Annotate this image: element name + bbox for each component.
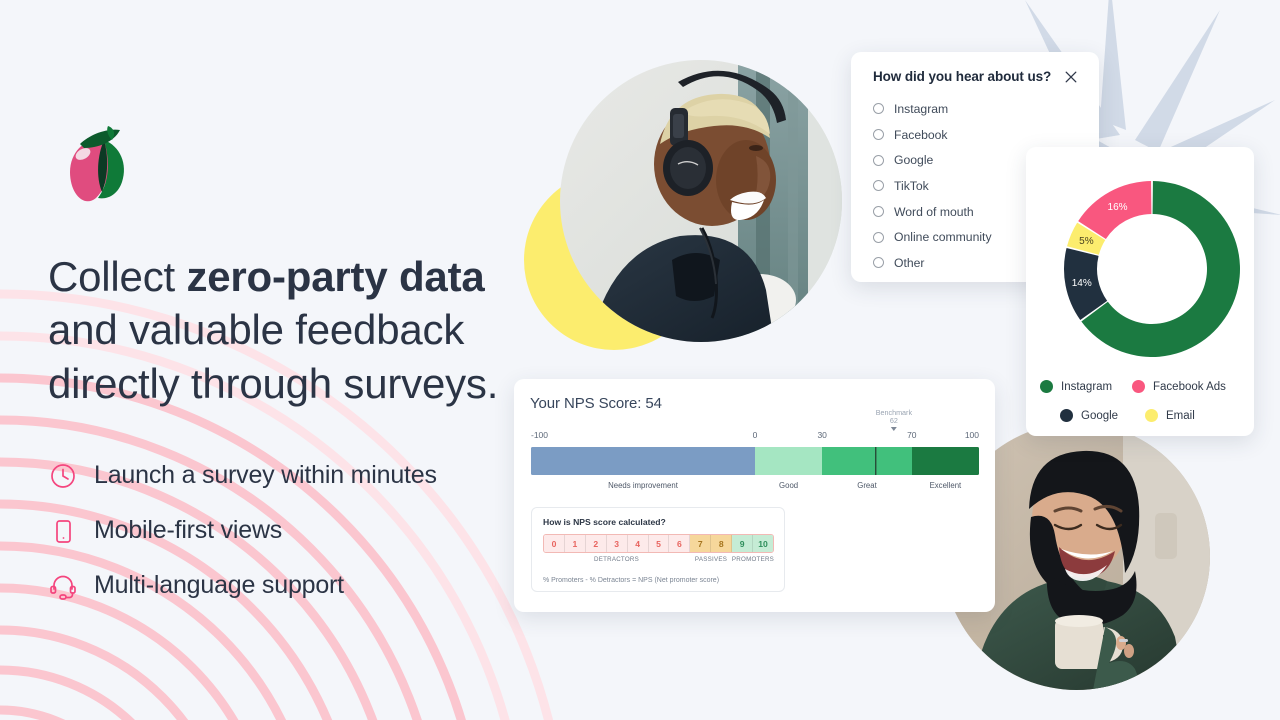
nps-benchmark-marker: Benchmark 62 <box>876 408 912 431</box>
nps-bar <box>531 447 979 475</box>
feature-label: Launch a survey within minutes <box>94 461 437 489</box>
survey-option-instagram[interactable]: Instagram <box>873 96 1079 122</box>
feature-item-mobile-views: Mobile-first views <box>48 503 508 558</box>
mobile-icon <box>48 516 78 546</box>
radio-icon[interactable] <box>873 154 884 166</box>
legend-label: Google <box>1081 409 1119 422</box>
nps-score-cell: 6 <box>669 535 691 552</box>
nps-tick-label: 0 <box>752 430 758 440</box>
radio-icon[interactable] <box>873 231 884 243</box>
survey-option-label: Other <box>894 255 925 270</box>
nps-zone-label: Needs improvement <box>608 481 678 490</box>
nps-score-cell: 10 <box>753 535 773 552</box>
nps-score-cell: 4 <box>627 535 649 552</box>
nps-zone-label: Good <box>779 481 799 490</box>
nps-group-label: PASSIVES <box>694 556 728 563</box>
legend-label: Facebook Ads <box>1153 380 1226 393</box>
nps-calculation-card: How is NPS score calculated? 01234567891… <box>531 507 785 592</box>
legend-label: Email <box>1166 409 1195 422</box>
donut-slice-label: 14% <box>1072 278 1092 289</box>
nps-score-cell: 7 <box>690 535 712 552</box>
benchmark-value: 62 <box>889 416 898 425</box>
legend-color-swatch <box>1060 409 1073 422</box>
survey-option-label: TikTok <box>894 178 929 193</box>
survey-option-facebook[interactable]: Facebook <box>873 122 1079 148</box>
nps-zone-label: Great <box>857 481 877 490</box>
radio-icon[interactable] <box>873 129 884 141</box>
nps-score-cell: 3 <box>606 535 628 552</box>
radio-icon[interactable] <box>873 180 884 192</box>
legend-item-instagram: Instagram <box>1040 380 1132 393</box>
clock-icon <box>48 461 78 491</box>
headline-bold: zero-party data <box>186 253 485 300</box>
nps-calculation-title: How is NPS score calculated? <box>543 517 666 527</box>
nps-score-cell: 0 <box>544 535 565 552</box>
legend-item-google: Google <box>1060 409 1145 422</box>
feature-label: Multi-language support <box>94 571 344 599</box>
nps-score-cell: 8 <box>711 535 733 552</box>
nps-bar-segment <box>911 447 979 475</box>
benchmark-line <box>875 447 877 475</box>
survey-option-label: Instagram <box>894 101 949 116</box>
radio-icon[interactable] <box>873 257 884 269</box>
close-icon[interactable] <box>1063 69 1079 85</box>
marketing-hero-page: Collect zero-party data and valuable fee… <box>0 0 1280 720</box>
nps-score-card: Your NPS Score: 54 -100 0 30 70 100 Needs im… <box>514 379 995 612</box>
nps-scale: -100 0 30 70 100 Needs improvement Good Great E… <box>531 408 979 492</box>
page-headline: Collect zero-party data and valuable fee… <box>48 250 518 410</box>
donut-slice-label: 16% <box>1108 202 1128 213</box>
benchmark-arrow-icon <box>890 426 897 431</box>
radio-icon[interactable] <box>873 103 884 115</box>
nps-score-cell: 2 <box>585 535 607 552</box>
survey-option-label: Word of mouth <box>894 204 974 219</box>
donut-legend: Instagram Facebook Ads Google Email <box>1040 372 1250 430</box>
survey-option-label: Google <box>894 153 934 168</box>
donut-slice-label: 5% <box>1079 236 1094 247</box>
survey-option-label: Online community <box>894 230 992 245</box>
headline-part-1: Collect <box>48 253 187 300</box>
feature-label: Mobile-first views <box>94 516 283 544</box>
nps-tick-label: 30 <box>817 430 827 440</box>
nps-group-label: DETRACTORS <box>593 556 640 563</box>
nps-zone-label: Excellent <box>929 481 962 490</box>
legend-label: Instagram <box>1061 380 1113 393</box>
nps-bar-segment <box>755 447 823 475</box>
traffic-sources-card: 14% 5% 16% Instagram Facebook Ads Google <box>1026 147 1254 436</box>
nps-score-cell: 1 <box>564 535 586 552</box>
legend-color-swatch <box>1132 380 1145 393</box>
nps-tick-label: 100 <box>964 430 979 440</box>
nps-score-cell: 9 <box>732 535 754 552</box>
nps-group-label: PROMOTERS <box>731 556 775 563</box>
legend-row: Google Email <box>1040 401 1250 430</box>
nps-group-labels: DETRACTORS PASSIVES PROMOTERS <box>543 556 774 570</box>
survey-card-header: How did you hear about us? <box>873 69 1079 85</box>
photo-man-headphones <box>560 60 842 342</box>
survey-option-label: Facebook <box>894 127 948 142</box>
radio-icon[interactable] <box>873 206 884 218</box>
nps-tick-label: -100 <box>531 430 549 440</box>
legend-item-email: Email <box>1145 409 1195 422</box>
nps-score-title: Your NPS Score: 54 <box>530 395 662 412</box>
feature-list: Launch a survey within minutes Mobile-fi… <box>48 448 508 613</box>
feature-item-launch-survey: Launch a survey within minutes <box>48 448 508 503</box>
donut-chart: 14% 5% 16% <box>1042 159 1262 379</box>
nps-formula: % Promoters - % Detractors = NPS (Net pr… <box>543 577 720 584</box>
feature-item-multi-language: Multi-language support <box>48 558 508 613</box>
nps-tick-label: 70 <box>907 430 917 440</box>
legend-color-swatch <box>1040 380 1053 393</box>
mango-logo <box>70 126 124 202</box>
nps-score-cell: 5 <box>648 535 670 552</box>
headline-part-2: and valuable feedback directly through s… <box>48 306 499 407</box>
legend-color-swatch <box>1145 409 1158 422</box>
legend-item-facebook-ads: Facebook Ads <box>1132 380 1226 393</box>
nps-score-scale: 0 1 2 3 4 5 6 7 8 9 10 <box>543 534 774 553</box>
headset-icon <box>48 571 78 601</box>
legend-row: Instagram Facebook Ads <box>1040 372 1250 401</box>
nps-bar-segment <box>822 447 912 475</box>
nps-bar-segment <box>531 447 755 475</box>
survey-question-title: How did you hear about us? <box>873 69 1052 84</box>
